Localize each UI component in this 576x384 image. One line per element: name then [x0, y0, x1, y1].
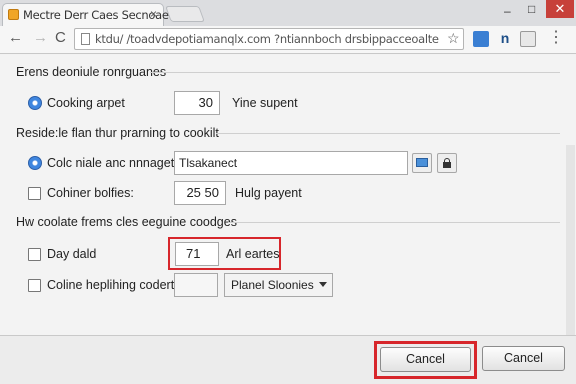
- primary-cancel-button[interactable]: Cancel: [380, 347, 471, 372]
- cooking-value-input[interactable]: 30: [174, 91, 220, 115]
- browse-icon[interactable]: [412, 153, 432, 173]
- daydald-checkbox[interactable]: [28, 248, 41, 261]
- manager-label: Colc niale anc nnnaget:: [47, 156, 178, 170]
- manager-radio[interactable]: [28, 156, 42, 170]
- extension-box-icon[interactable]: [520, 31, 536, 47]
- manager-text-input[interactable]: Tlsakanect: [174, 151, 408, 175]
- extension-icon[interactable]: [473, 31, 489, 47]
- coline-value-input[interactable]: [174, 273, 218, 297]
- dialog-footer: Cancel Cancel: [0, 335, 576, 384]
- daydald-suffix: Arl eartes: [226, 247, 280, 261]
- back-arrow-icon[interactable]: ←: [8, 29, 23, 46]
- settings-panel: Erens deoniule ronrguanes Cooking arpet …: [0, 55, 576, 340]
- bookmark-star-icon[interactable]: ☆: [447, 30, 460, 47]
- section-divider: [150, 72, 560, 73]
- chevron-down-icon: [319, 282, 327, 287]
- new-tab-button[interactable]: [165, 6, 205, 22]
- coline-select[interactable]: Planel Sloonies: [224, 273, 333, 297]
- coline-label: Coline heplihing coderts:: [47, 278, 184, 292]
- window-close-button[interactable]: ✕: [546, 0, 574, 18]
- address-bar[interactable]: ktdu/ /toadvdepotiamanqlx.com ?ntiannboc…: [74, 28, 464, 50]
- browser-menu-icon[interactable]: ⋮: [546, 28, 566, 48]
- lock-icon[interactable]: [437, 153, 457, 173]
- window-maximize-button[interactable]: □: [528, 2, 535, 16]
- section-heading-3: Hw coolate frems cles eeguine coodges: [16, 215, 237, 229]
- extension-n-icon[interactable]: n: [497, 30, 513, 48]
- coline-checkbox[interactable]: [28, 279, 41, 292]
- tab-favicon-icon: [8, 9, 19, 20]
- browser-tab[interactable]: Mectre Derr Caes Secnoaet ×: [2, 3, 173, 26]
- section-divider: [216, 133, 560, 134]
- bolties-checkbox[interactable]: [28, 187, 41, 200]
- daydald-value-input[interactable]: 71: [175, 242, 219, 266]
- forward-arrow-icon[interactable]: →: [33, 29, 48, 46]
- cooking-radio[interactable]: [28, 96, 42, 110]
- coline-select-value: Planel Sloonies: [231, 278, 314, 292]
- window-minimize-button[interactable]: –: [504, 4, 511, 18]
- cooking-suffix: Yine supent: [232, 96, 298, 110]
- secondary-cancel-button[interactable]: Cancel: [482, 346, 565, 371]
- section-heading-1: Erens deoniule ronrguanes: [16, 65, 167, 79]
- browser-toolbar: ← → C ktdu/ /toadvdepotiamanqlx.com ?nti…: [0, 26, 576, 54]
- url-text: ktdu/ /toadvdepotiamanqlx.com ?ntiannboc…: [95, 32, 439, 46]
- section-divider: [228, 222, 560, 223]
- bolties-suffix: Hulg payent: [235, 186, 302, 200]
- browser-tab-strip: Mectre Derr Caes Secnoaet × – □ ✕: [0, 0, 576, 26]
- section-heading-2: Reside:le flan thur prarning to cookilt: [16, 126, 219, 140]
- reload-icon[interactable]: C: [55, 29, 66, 46]
- page-icon: [81, 33, 90, 45]
- bolties-value-input[interactable]: 25 50: [174, 181, 226, 205]
- daydald-label: Day dald: [47, 247, 97, 261]
- cooking-label: Cooking arpet: [47, 96, 125, 110]
- bolties-label: Cohiner bolfies:: [47, 186, 134, 200]
- tab-close-icon[interactable]: ×: [150, 7, 157, 21]
- vertical-scrollbar[interactable]: [566, 145, 575, 340]
